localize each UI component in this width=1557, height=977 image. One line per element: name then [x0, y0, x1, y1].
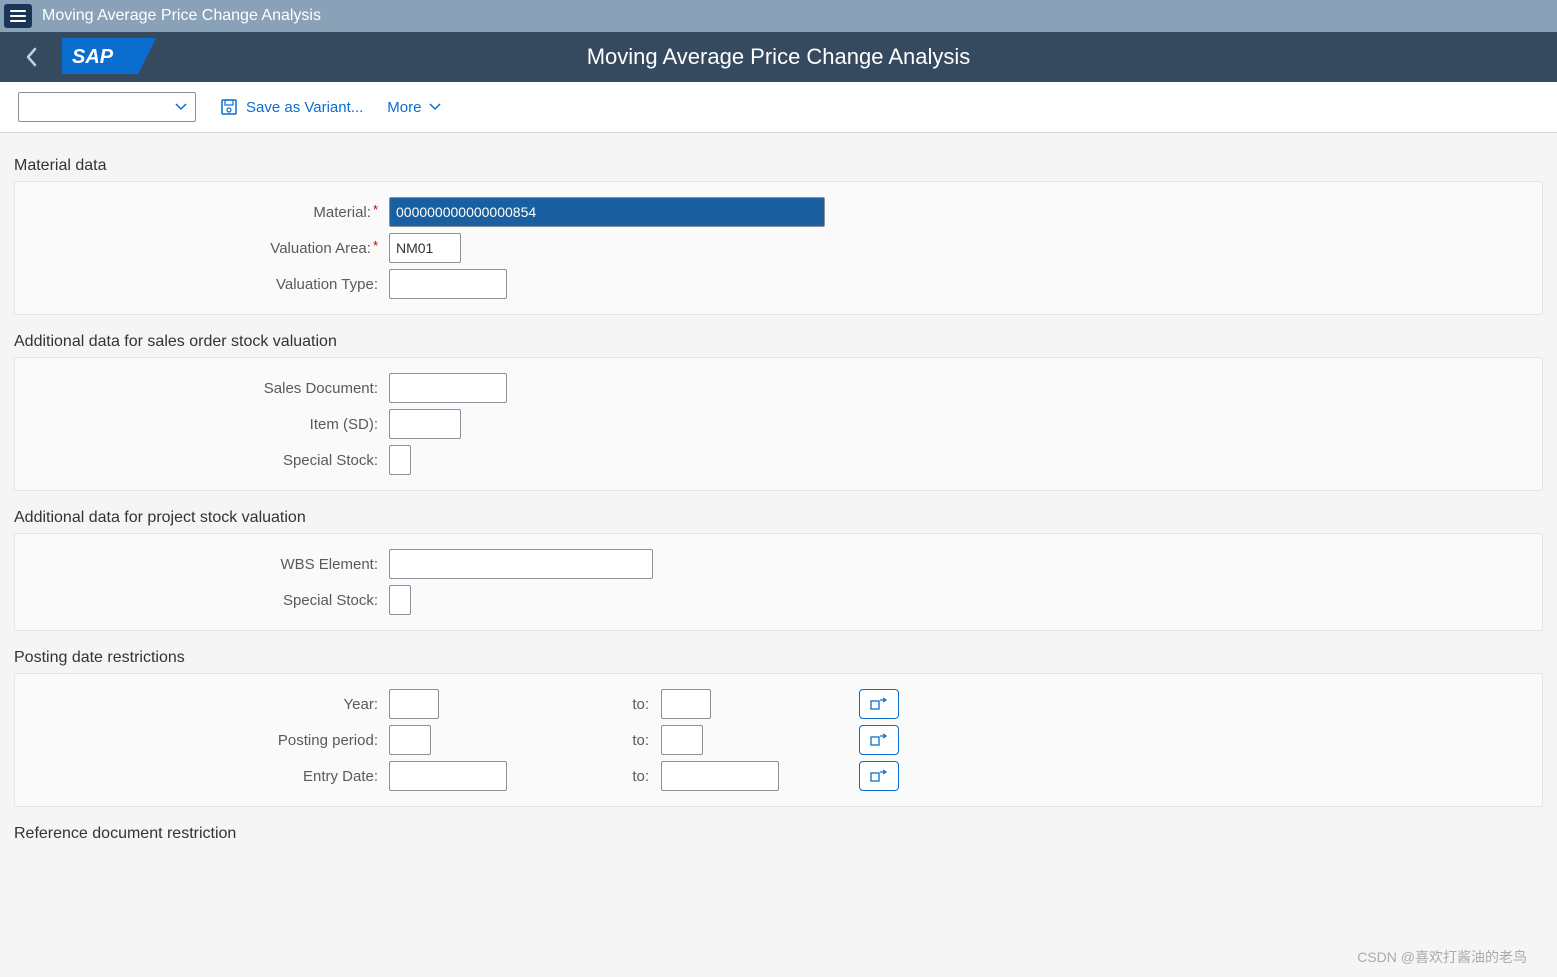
label-material: Material:*	[15, 204, 381, 221]
label-text: Material:	[313, 204, 371, 221]
label-special-stock-project: Special Stock:	[15, 592, 381, 609]
special-stock-project-input[interactable]	[389, 585, 411, 615]
save-as-variant-button[interactable]: Save as Variant...	[220, 98, 363, 116]
to-label-posting-period: to:	[431, 732, 653, 749]
toolbar: Save as Variant... More	[0, 82, 1557, 133]
chevron-left-icon	[24, 47, 38, 67]
to-label-year: to:	[439, 696, 653, 713]
required-mark: *	[373, 202, 378, 217]
row-material: Material:*	[15, 194, 1542, 230]
item-sd-input[interactable]	[389, 409, 461, 439]
sap-logo: SAP	[62, 38, 156, 77]
shell-bar: SAP Moving Average Price Change Analysis	[0, 32, 1557, 82]
entry-date-to-input[interactable]	[661, 761, 779, 791]
group-material: Material:* Valuation Area:* Valuation Ty…	[14, 181, 1543, 315]
system-bar-title: Moving Average Price Change Analysis	[42, 7, 321, 25]
variant-select[interactable]	[18, 92, 196, 122]
label-text: Valuation Area:	[270, 240, 371, 257]
material-input[interactable]	[389, 197, 825, 227]
label-posting-period: Posting period:	[15, 732, 381, 749]
special-stock-sales-input[interactable]	[389, 445, 411, 475]
required-mark: *	[373, 238, 378, 253]
label-year: Year:	[15, 696, 381, 713]
year-to-input[interactable]	[661, 689, 711, 719]
system-bar: Moving Average Price Change Analysis	[0, 0, 1557, 32]
group-project-stock: WBS Element: Special Stock:	[14, 533, 1543, 631]
group-title-sales-stock: Additional data for sales order stock va…	[14, 333, 1543, 351]
group-title-project-stock: Additional data for project stock valuat…	[14, 509, 1543, 527]
posting-period-to-input[interactable]	[661, 725, 703, 755]
multi-select-icon	[870, 697, 888, 711]
entry-date-multi-select-button[interactable]	[859, 761, 899, 791]
row-posting-period: Posting period: to:	[15, 722, 1542, 758]
group-title-posting-date: Posting date restrictions	[14, 649, 1543, 667]
year-multi-select-button[interactable]	[859, 689, 899, 719]
valuation-type-input[interactable]	[389, 269, 507, 299]
entry-date-from-input[interactable]	[389, 761, 507, 791]
save-as-variant-label: Save as Variant...	[246, 99, 363, 116]
chevron-down-icon	[175, 103, 187, 111]
row-entry-date: Entry Date: to:	[15, 758, 1542, 794]
label-entry-date: Entry Date:	[15, 768, 381, 785]
to-label-entry-date: to:	[507, 768, 653, 785]
row-year: Year: to:	[15, 686, 1542, 722]
row-sales-document: Sales Document:	[15, 370, 1542, 406]
svg-text:SAP: SAP	[72, 46, 114, 68]
more-button[interactable]: More	[387, 99, 441, 116]
row-item-sd: Item (SD):	[15, 406, 1542, 442]
posting-period-from-input[interactable]	[389, 725, 431, 755]
multi-select-icon	[870, 733, 888, 747]
wbs-element-input[interactable]	[389, 549, 653, 579]
multi-select-icon	[870, 769, 888, 783]
row-valuation-type: Valuation Type:	[15, 266, 1542, 302]
hamburger-icon	[10, 10, 26, 22]
label-sales-document: Sales Document:	[15, 380, 381, 397]
watermark-text: CSDN @喜欢打酱油的老鸟	[1357, 947, 1527, 967]
posting-period-multi-select-button[interactable]	[859, 725, 899, 755]
chevron-down-icon	[429, 103, 441, 111]
year-from-input[interactable]	[389, 689, 439, 719]
shell-title: Moving Average Price Change Analysis	[0, 44, 1557, 70]
back-button[interactable]	[14, 40, 48, 74]
row-special-stock-project: Special Stock:	[15, 582, 1542, 618]
group-sales-stock: Sales Document: Item (SD): Special Stock…	[14, 357, 1543, 491]
group-title-material: Material data	[14, 157, 1543, 175]
label-special-stock-sales: Special Stock:	[15, 452, 381, 469]
save-icon	[220, 98, 238, 116]
row-special-stock-sales: Special Stock:	[15, 442, 1542, 478]
sap-logo-icon: SAP	[62, 38, 156, 74]
valuation-area-input[interactable]	[389, 233, 461, 263]
group-posting-date: Year: to: Posting period:	[14, 673, 1543, 807]
label-item-sd: Item (SD):	[15, 416, 381, 433]
content-area: Material data Material:* Valuation Area:…	[0, 133, 1557, 889]
hamburger-menu-button[interactable]	[4, 4, 32, 28]
label-wbs-element: WBS Element:	[15, 556, 381, 573]
row-valuation-area: Valuation Area:*	[15, 230, 1542, 266]
more-label: More	[387, 99, 421, 116]
row-wbs-element: WBS Element:	[15, 546, 1542, 582]
label-valuation-type: Valuation Type:	[15, 276, 381, 293]
label-valuation-area: Valuation Area:*	[15, 240, 381, 257]
group-title-ref-doc: Reference document restriction	[14, 825, 1543, 843]
sales-document-input[interactable]	[389, 373, 507, 403]
